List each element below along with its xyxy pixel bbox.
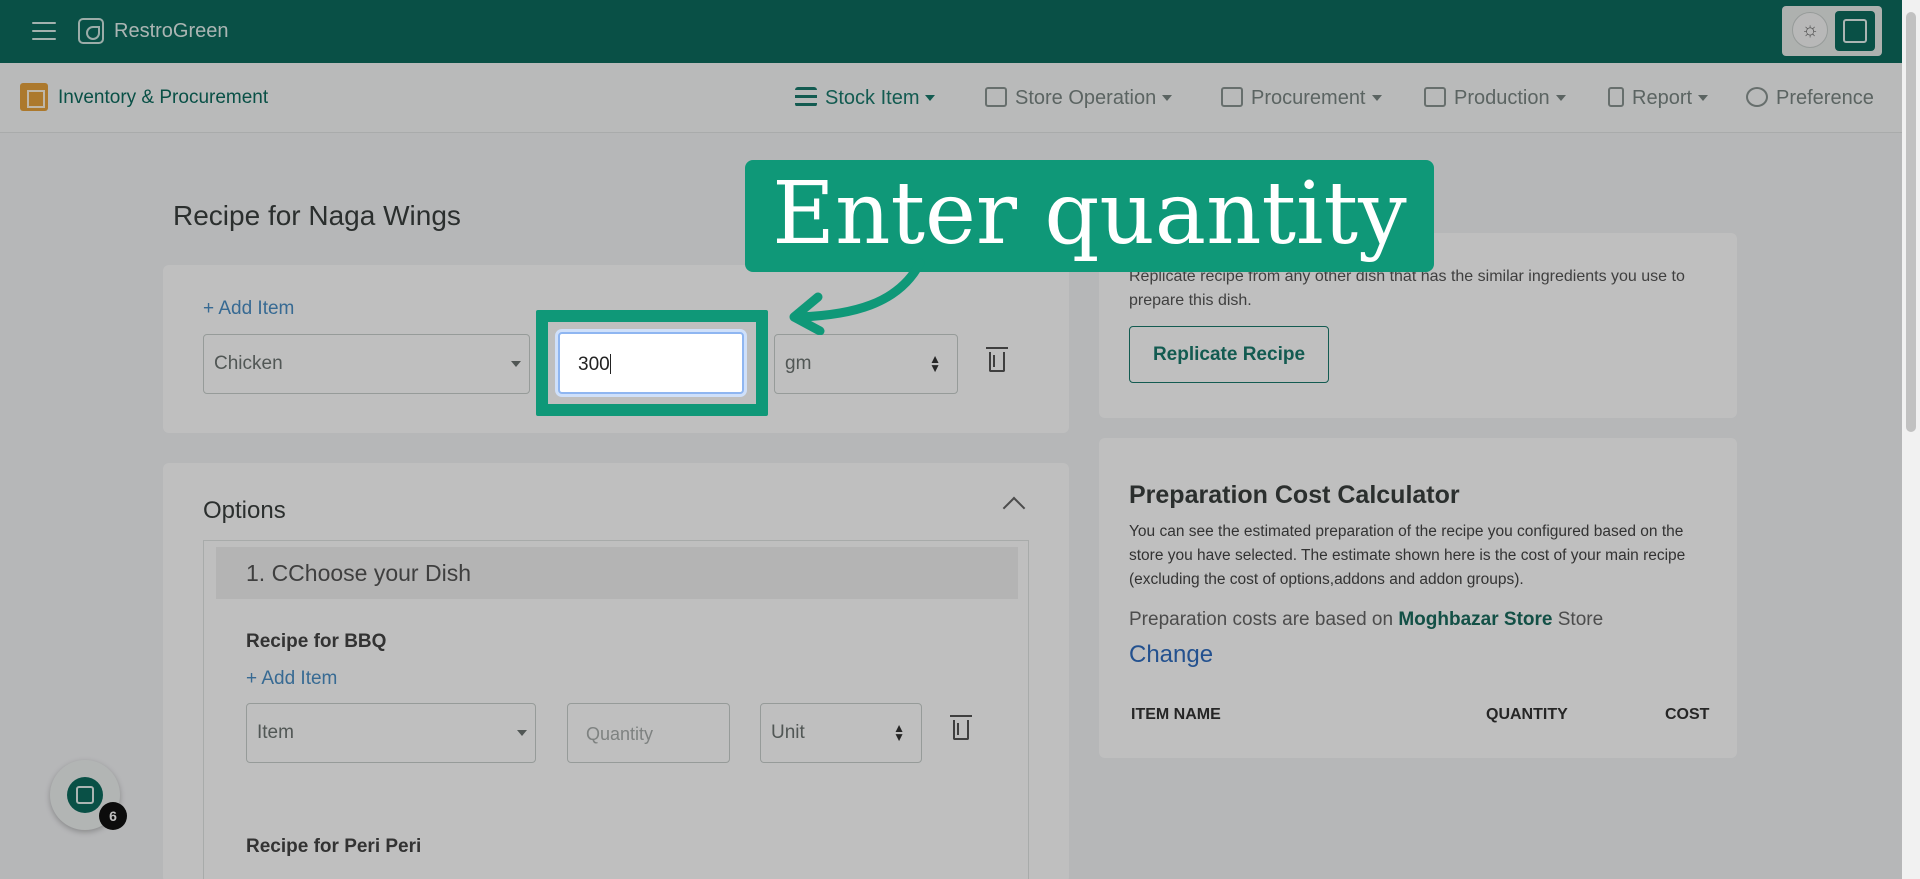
page-scrollbar[interactable] bbox=[1902, 0, 1920, 879]
curved-arrow-icon bbox=[789, 258, 925, 335]
tutorial-highlight bbox=[536, 310, 768, 416]
tutorial-overlay bbox=[0, 0, 1902, 879]
scrollbar-thumb[interactable] bbox=[1906, 12, 1916, 432]
